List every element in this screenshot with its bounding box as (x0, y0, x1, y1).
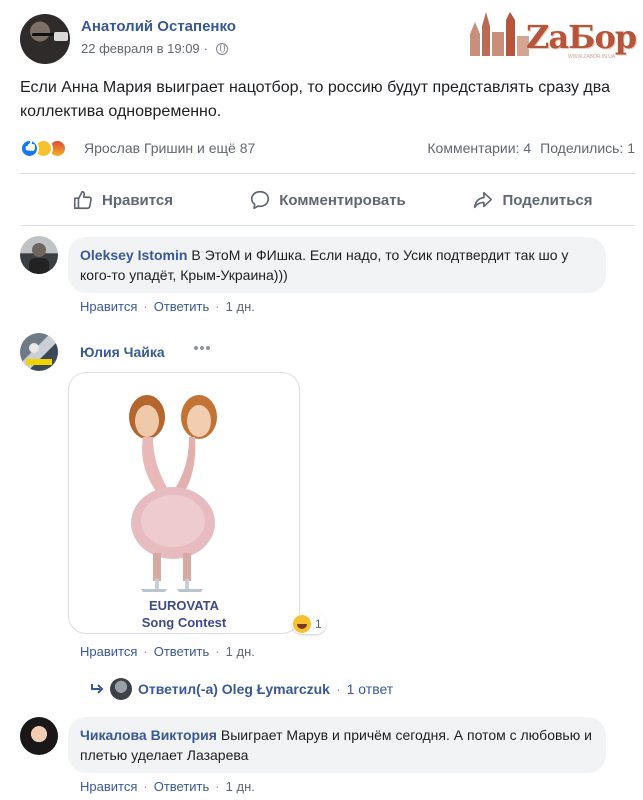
comment-bubble-1: Oleksey Istomin В ЭтоМ и ФИшка. Если надо… (68, 237, 606, 293)
comment-like-link[interactable]: Нравится (80, 299, 137, 314)
commenter-name[interactable]: Oleksey Istomin (80, 247, 187, 263)
comment-button-label: Комментировать (279, 191, 406, 209)
commenter-name[interactable]: Чикалова Виктория (80, 727, 217, 743)
shares-count-link[interactable]: Поделились: 1 (540, 140, 635, 156)
separator-dot: · (143, 779, 148, 794)
separator-dot: · (143, 299, 148, 314)
image-caption-title: EUROVATA (148, 598, 220, 613)
separator-dot: · (215, 644, 220, 659)
comment-reaction-badge[interactable]: 1 (292, 614, 326, 634)
post-meta: 22 февраля в 19:09 · (81, 41, 228, 56)
share-button[interactable]: Поделиться (430, 178, 635, 222)
watermark-text: ZaБор (526, 18, 637, 56)
haha-reaction-icon (293, 615, 311, 633)
comments-count-link[interactable]: Комментарии: 4 (427, 140, 531, 156)
separator-dot: · (143, 644, 148, 659)
replier-avatar (110, 678, 132, 700)
reaction-icons[interactable] (20, 139, 67, 158)
comment-reply-link[interactable]: Ответить (154, 779, 210, 794)
author-name[interactable]: Анатолий Остапенко (81, 18, 236, 35)
comment-actions-1: Нравится · Ответить · 1 дн. (80, 299, 255, 314)
watermark-subtext: WWW.ZABOR.IN.UA (568, 54, 616, 60)
comment-reply-link[interactable]: Ответить (154, 644, 210, 659)
watermark-logo: ZaБор WWW.ZABOR.IN.UA (468, 8, 640, 60)
image-caption-subtitle: Song Contest (141, 615, 227, 630)
like-reaction-icon (20, 139, 39, 158)
post-actions: Нравится Комментировать Поделиться (20, 178, 635, 222)
author-avatar[interactable] (20, 14, 70, 64)
comment-bubble-3: Чикалова Виктория Выиграет Марув и причём… (68, 717, 606, 773)
like-button[interactable]: Нравится (20, 178, 225, 222)
comment-reply-link[interactable]: Ответить (154, 299, 210, 314)
globe-icon[interactable] (216, 42, 228, 55)
commenter-name[interactable]: Юлия Чайка (80, 344, 165, 360)
like-icon (73, 190, 92, 210)
separator-dot: · (215, 299, 220, 314)
divider-bottom (20, 225, 635, 226)
commenter-avatar[interactable] (20, 333, 58, 371)
commenter-avatar[interactable] (20, 717, 58, 755)
like-button-label: Нравится (101, 191, 174, 209)
divider-top (20, 173, 635, 174)
replied-by-label: Ответил(-а) Oleg Łymarczuk (138, 681, 330, 697)
more-dots-icon[interactable] (194, 346, 210, 350)
comment-icon (251, 190, 270, 210)
comment-actions-3: Нравится · Ответить · 1 дн. (80, 779, 255, 794)
comment-like-link[interactable]: Нравится (80, 644, 137, 659)
reply-count: 1 ответ (346, 681, 394, 697)
post-text: Если Анна Мария выиграет нацотбор, то ро… (20, 79, 610, 120)
comment-reaction-count: 1 (315, 617, 322, 631)
comment-like-link[interactable]: Нравится (80, 779, 137, 794)
replies-link[interactable]: Ответил(-а) Oleg Łymarczuk · 1 ответ (90, 678, 393, 700)
eurovata-illustration (129, 395, 217, 592)
meta-separator: · (203, 41, 208, 56)
share-icon (474, 191, 493, 209)
share-button-label: Поделиться (502, 191, 593, 209)
separator-dot: · (335, 681, 341, 697)
comment-button[interactable]: Комментировать (225, 178, 430, 222)
separator-dot: · (215, 779, 220, 794)
post-counts: Комментарии: 4 Поделились: 1 (427, 140, 635, 156)
comment-time[interactable]: 1 дн. (226, 779, 255, 794)
comment-image[interactable]: EUROVATA Song Contest (68, 372, 300, 634)
reactors-summary[interactable]: Ярослав Гришин и ещё 87 (84, 140, 255, 156)
reactions-bar: Ярослав Гришин и ещё 87 Комментарии: 4 П… (20, 138, 635, 160)
post-date[interactable]: 22 февраля в 19:09 (81, 41, 200, 56)
comment-time[interactable]: 1 дн. (226, 644, 255, 659)
reply-arrow-icon (91, 684, 104, 694)
comment-time[interactable]: 1 дн. (226, 299, 255, 314)
comment-actions-2: Нравится · Ответить · 1 дн. (80, 644, 255, 659)
commenter-avatar[interactable] (20, 236, 58, 274)
